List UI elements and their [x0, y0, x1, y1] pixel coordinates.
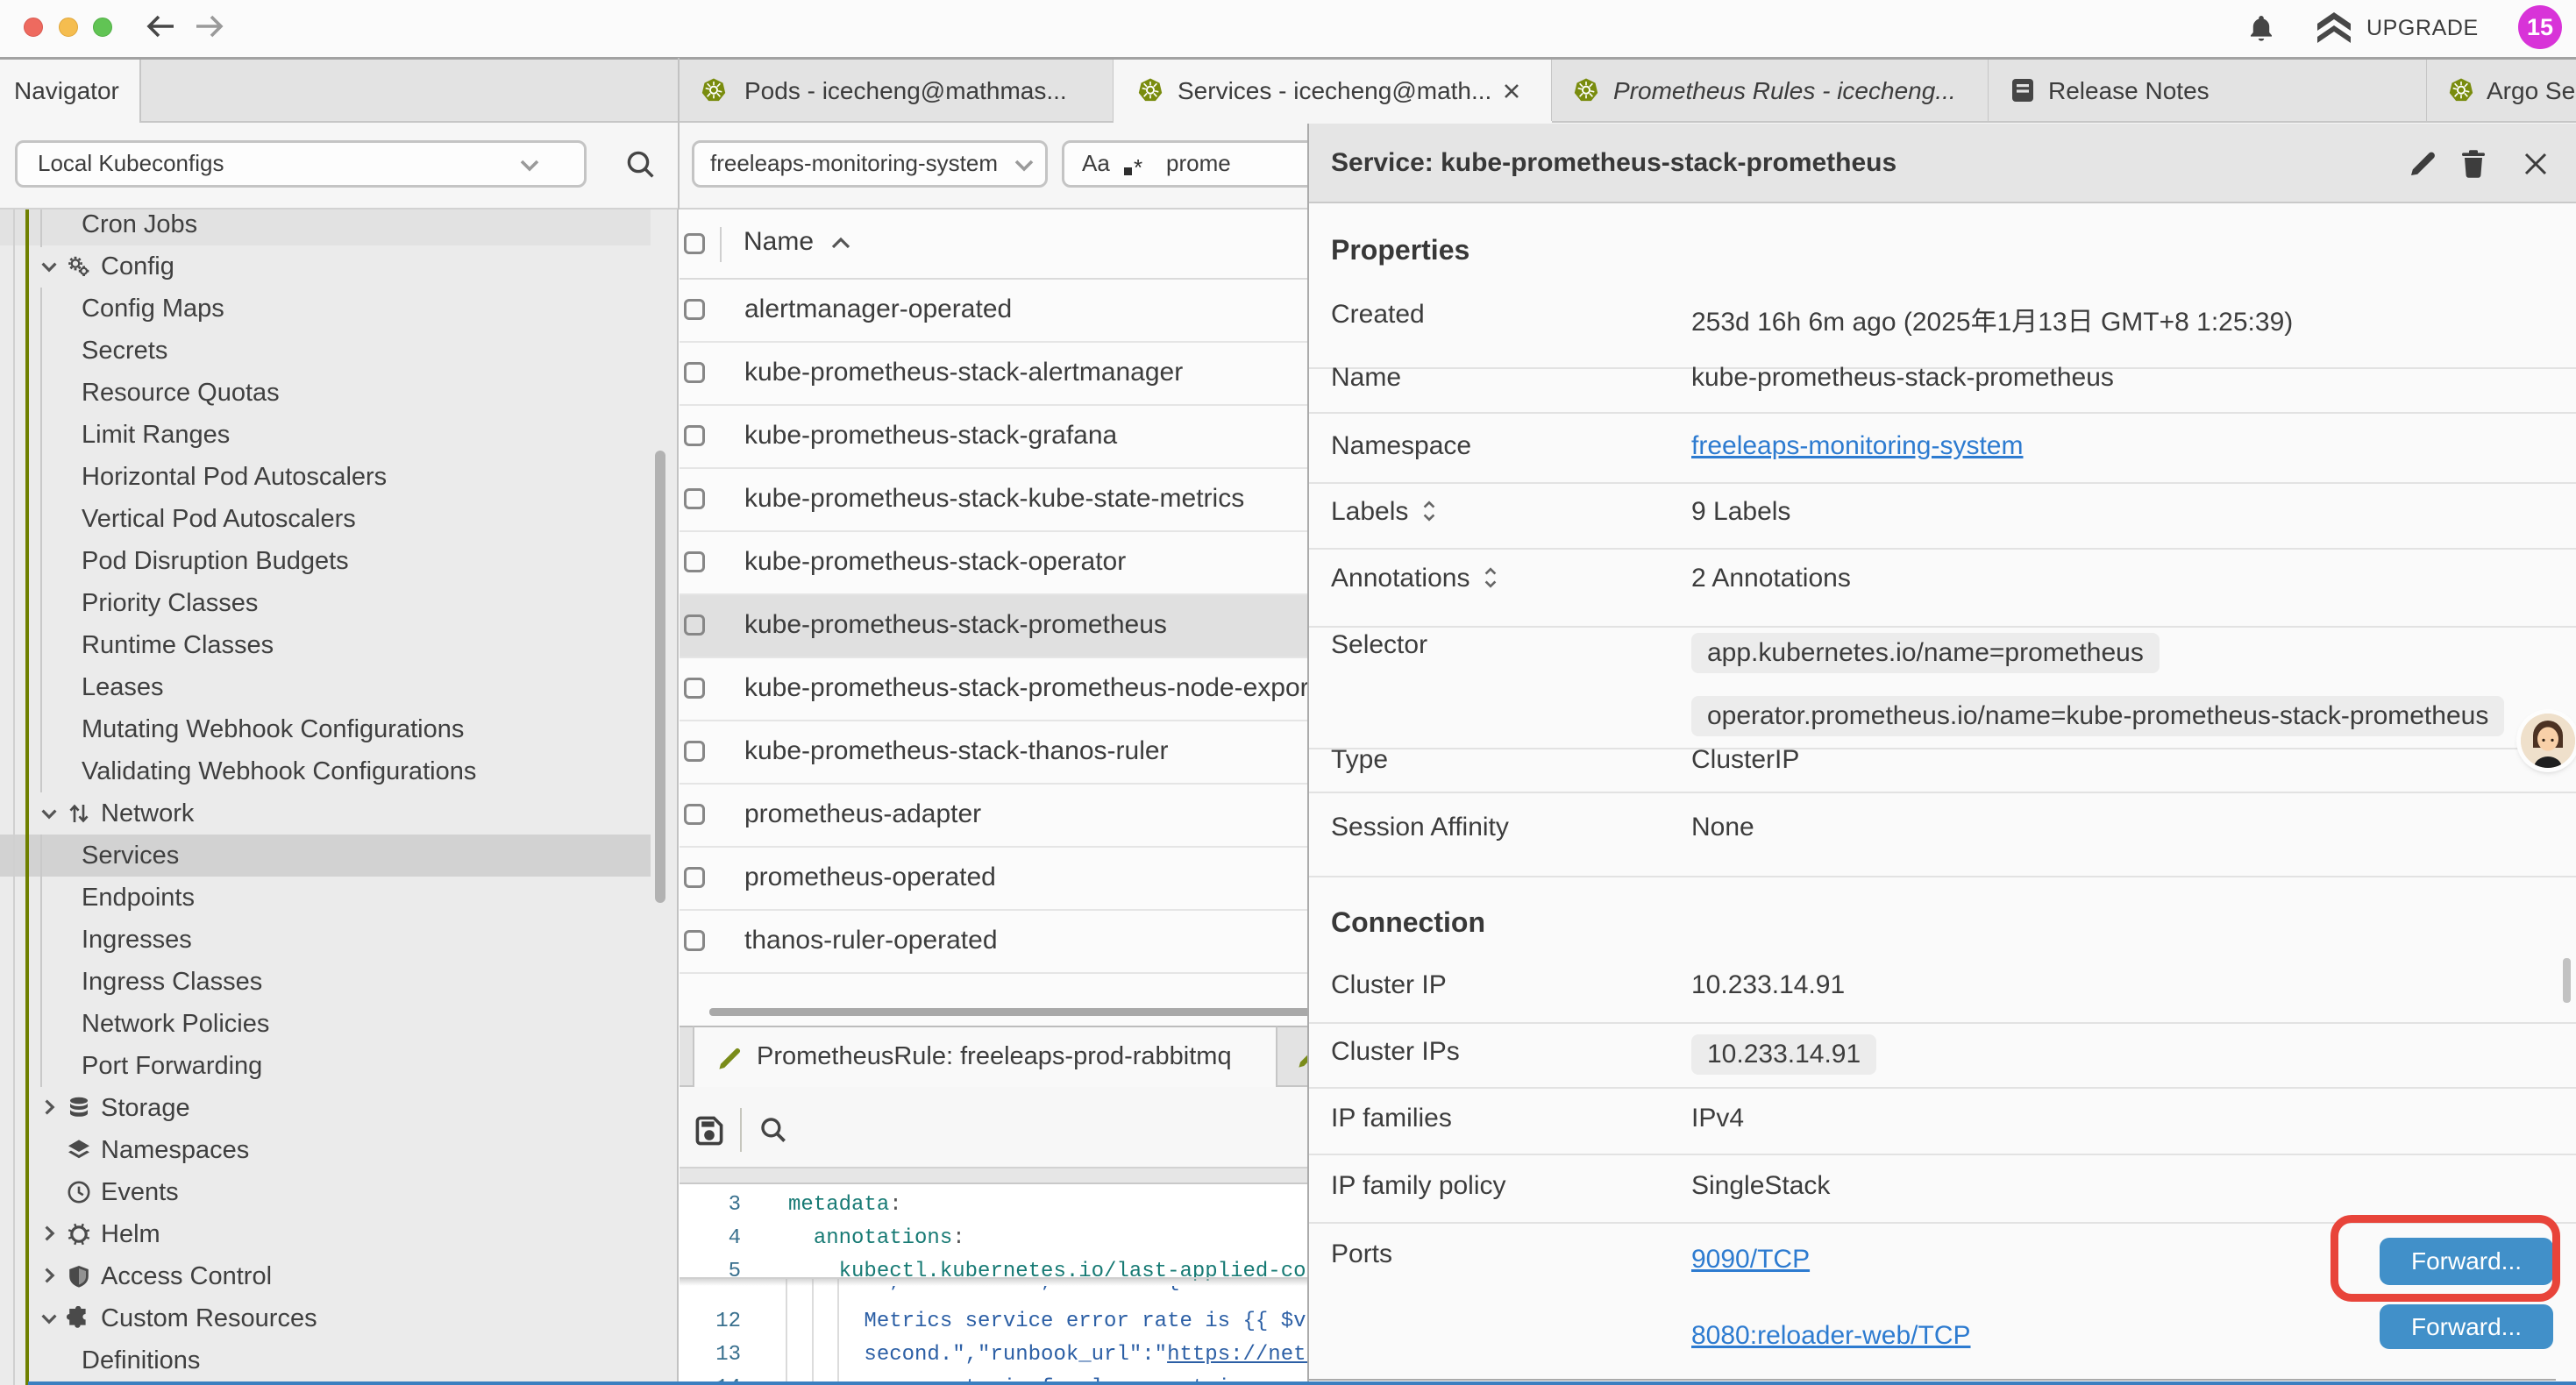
svg-text:*: * [1134, 155, 1142, 178]
